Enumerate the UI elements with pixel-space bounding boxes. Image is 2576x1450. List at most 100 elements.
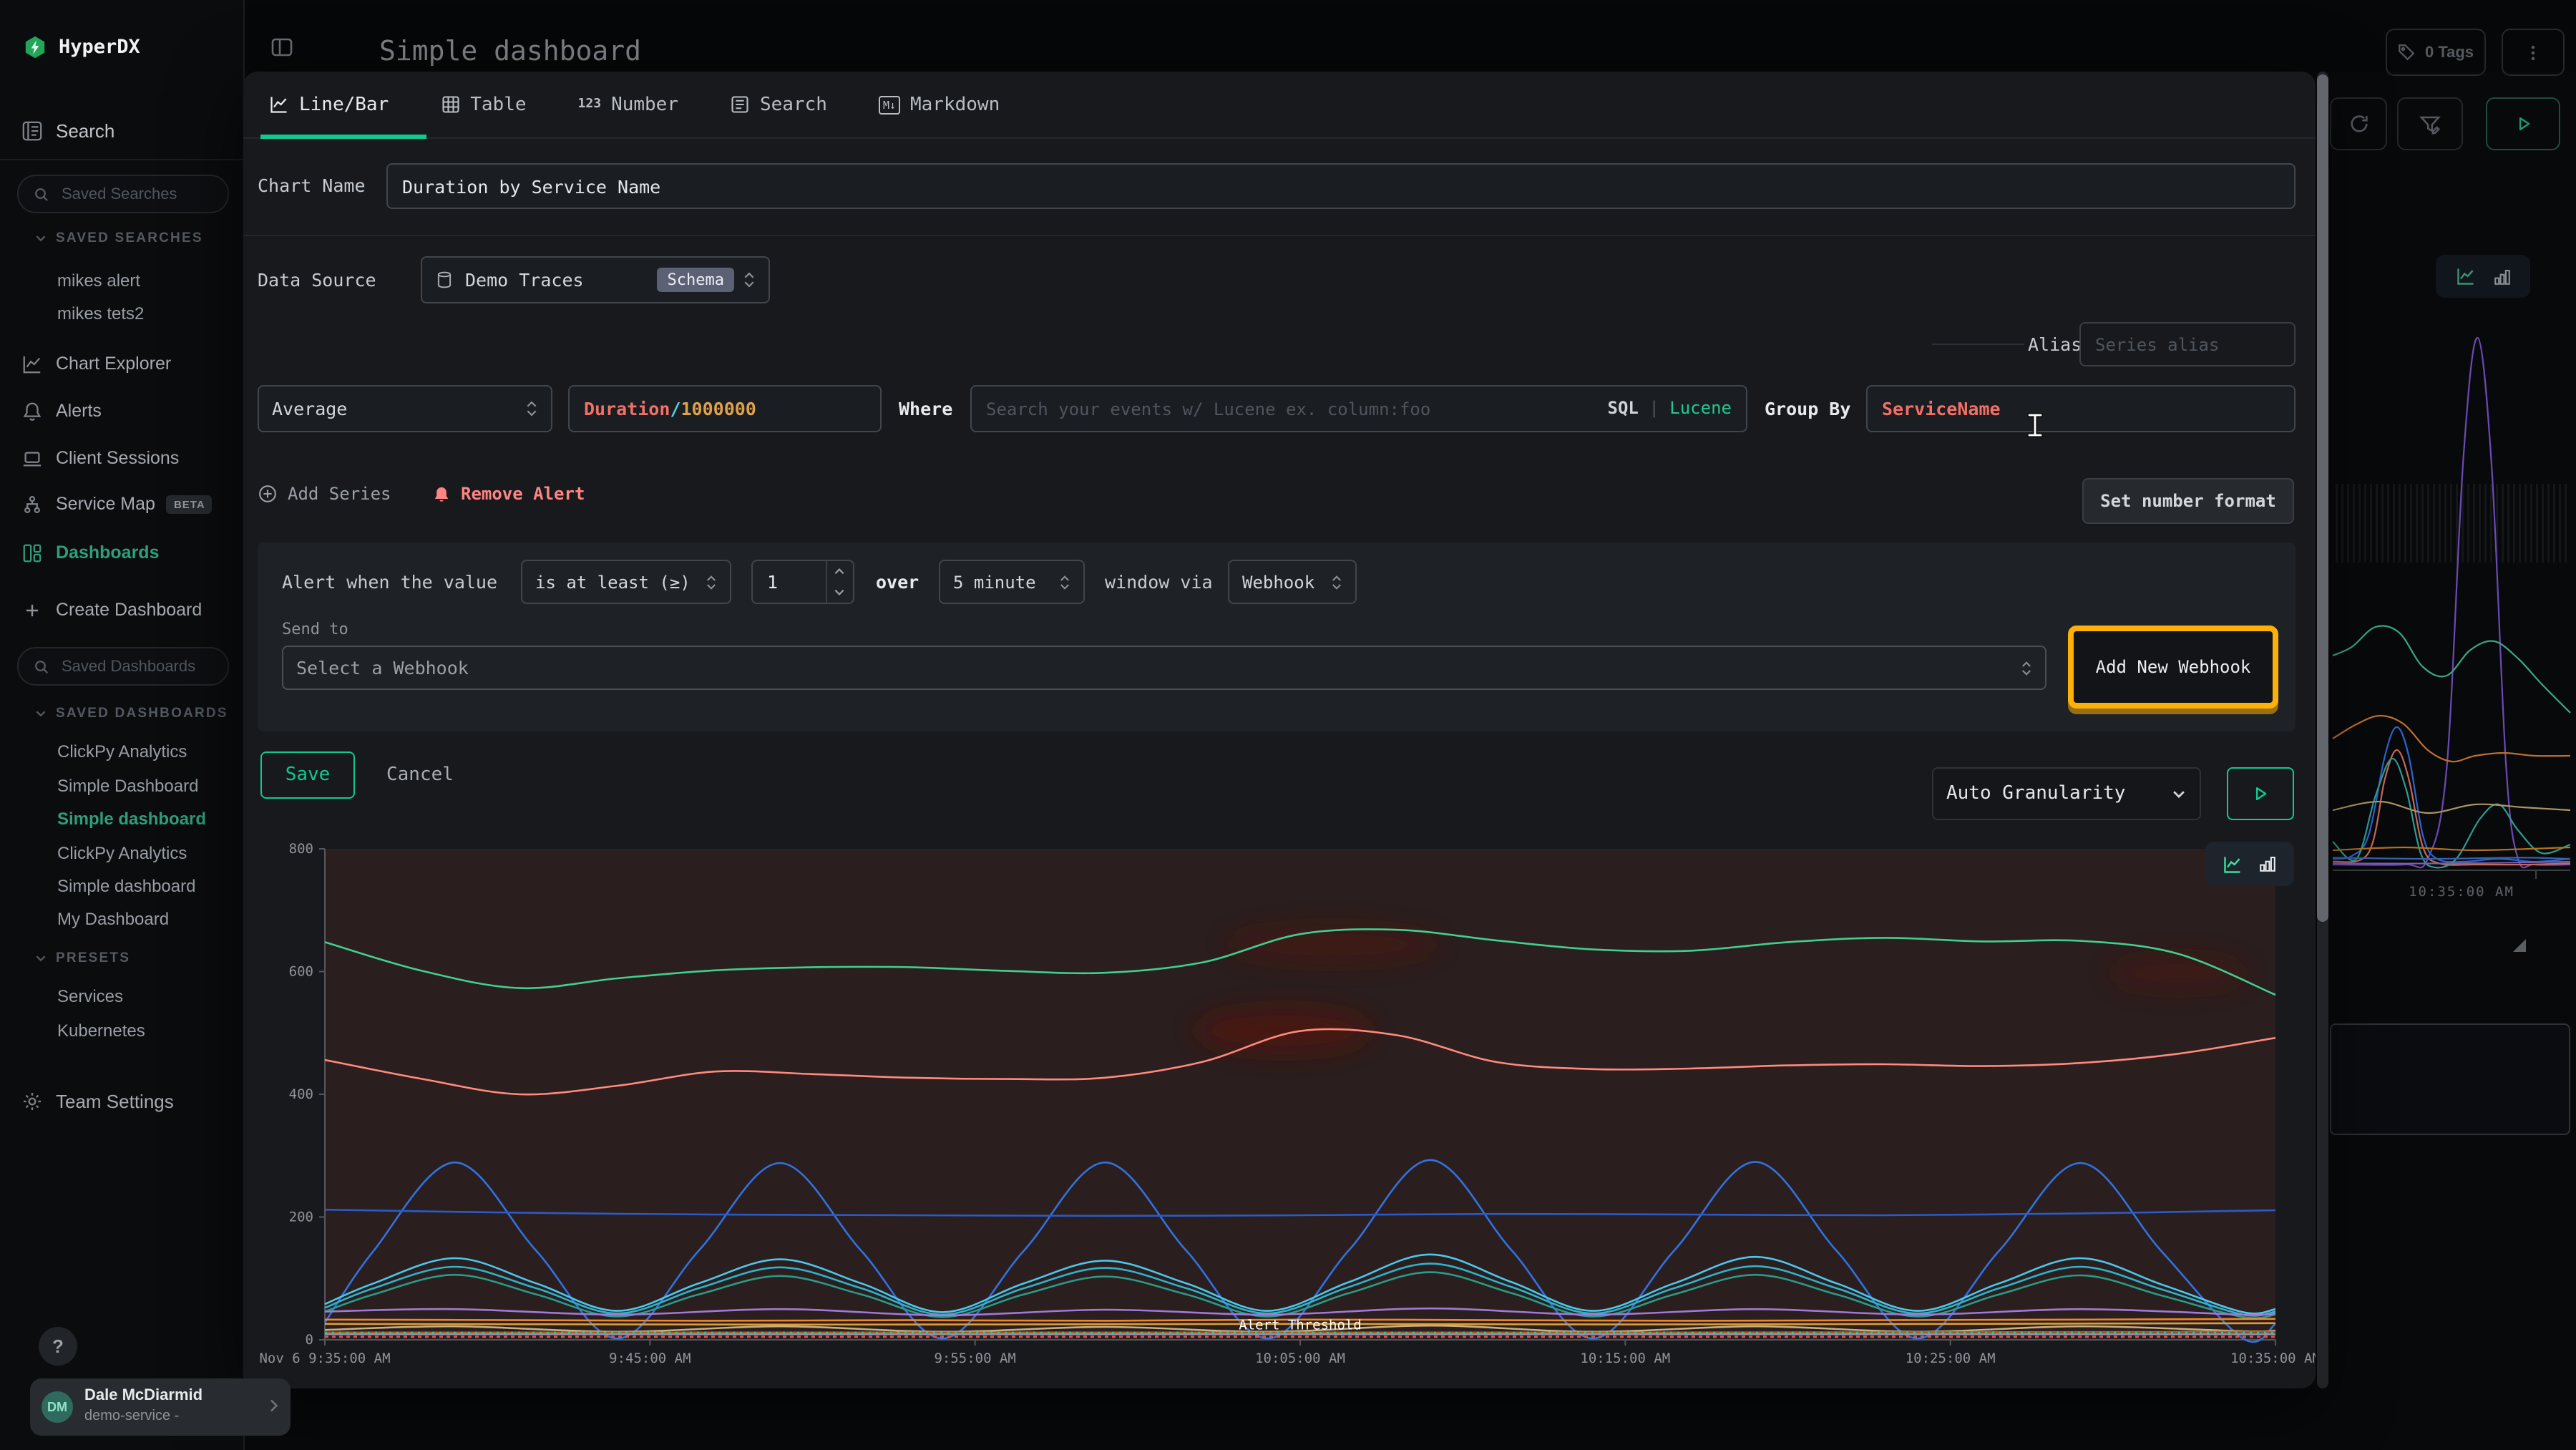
laptop-icon [20,447,43,469]
sidebar-item-chart-explorer[interactable]: Chart Explorer [0,348,243,379]
brand[interactable]: HyperDX [23,34,140,60]
alias-input[interactable] [2079,322,2296,366]
over-label: over [876,560,919,604]
where-label: Where [899,385,952,432]
user-subtitle: demo-service - [84,1408,179,1424]
modal-scrollbar-thumb[interactable] [2317,74,2328,922]
add-series-button[interactable]: Add Series [258,484,391,504]
play-icon [2514,115,2532,133]
lucene-toggle[interactable]: Lucene [1669,398,1732,418]
spinner-down-icon[interactable] [833,585,846,598]
bell-icon [20,399,43,422]
svg-text:10:35:00 AM: 10:35:00 AM [2230,1351,2316,1366]
svg-text:10:25:00 AM: 10:25:00 AM [1906,1351,1996,1366]
saved-dashboards-input[interactable] [59,656,208,676]
field-token: Duration [584,398,670,419]
webhook-select[interactable]: Select a Webhook [282,646,2046,690]
markdown-icon: M↓ [879,95,900,114]
add-new-webhook-highlight: Add New Webhook [2068,626,2278,709]
granularity-select[interactable]: Auto Granularity [1932,767,2201,820]
via-label: window via [1105,560,1213,604]
spinner-up-icon[interactable] [833,565,846,578]
alert-channel-select[interactable]: Webhook [1228,560,1357,604]
series-connector-line [1932,344,2024,345]
group-by-label: Group By [1765,385,1850,432]
line-chart-icon[interactable] [2455,266,2475,286]
chevron-down-icon [34,232,47,245]
sidebar-item-team-settings[interactable]: Team Settings [0,1085,243,1116]
tag-icon [2398,43,2416,62]
tab-line-bar[interactable]: Line/Bar [269,94,389,115]
tab-markdown[interactable]: M↓ Markdown [879,94,1000,115]
bar-chart-icon[interactable] [2492,267,2511,286]
sidebar-item-alerts[interactable]: Alerts [0,395,243,427]
set-number-format-button[interactable]: Set number format [2082,478,2294,524]
svg-text:800: 800 [289,841,313,857]
field-expression-input[interactable]: Duration/1000000 [568,385,882,432]
user-chip[interactable]: DM Dale McDiarmid demo-service - [30,1378,291,1436]
save-button[interactable]: Save [260,751,355,799]
sidebar-item-client-sessions[interactable]: Client Sessions [0,442,243,474]
gear-icon [20,1089,43,1112]
tab-table[interactable]: Table [440,94,526,115]
chart-type-toggle[interactable] [2205,842,2294,886]
run-chart-button[interactable] [2227,767,2294,820]
search-doc-icon [20,119,43,142]
tags-button[interactable]: 0 Tags [2386,29,2486,76]
alert-threshold-input[interactable] [753,561,844,603]
chart-name-input[interactable] [386,163,2296,209]
sql-toggle[interactable]: SQL [1608,398,1639,418]
kebab-menu-button[interactable] [2502,29,2565,76]
sidebar-item-dashboards[interactable]: Dashboards [0,537,243,568]
saved-searches-input[interactable] [59,184,208,204]
refresh-button[interactable] [2330,97,2387,150]
group-by-input[interactable]: ServiceName [1866,385,2296,432]
tab-number[interactable]: 123 Number [578,94,678,115]
background-chart-type-toggle[interactable] [2436,255,2530,298]
play-icon [2251,784,2270,803]
events-search-input[interactable] [972,386,1616,431]
svg-text:0: 0 [306,1332,313,1348]
data-source-select[interactable]: Demo Traces Schema [421,256,770,303]
help-button[interactable]: ? [39,1327,77,1366]
presets-header[interactable]: PRESETS [34,950,130,966]
bar-chart-icon[interactable] [2258,855,2277,873]
saved-searches-header[interactable]: SAVED SEARCHES [34,230,203,246]
data-source-label: Data Source [258,256,376,303]
alert-window-select[interactable]: 5 minute [939,560,1085,604]
add-new-webhook-button[interactable]: Add New Webhook [2096,657,2251,677]
chevron-down-icon [34,952,47,965]
toggle-divider: | [1649,398,1659,418]
dashboard-grid-icon [20,541,43,564]
run-query-button-background[interactable] [2486,97,2560,150]
saved-searches-search[interactable] [17,175,229,213]
alert-condition-select[interactable]: is at least (≥) [521,560,731,604]
sidebar-collapse-icon[interactable] [270,36,293,59]
sidebar-item-search[interactable]: Search [0,115,243,146]
refresh-icon [2348,113,2369,135]
preview-chart: 0200400600800Nov 6 9:35:00 AM9:45:00 AM9… [243,830,2316,1377]
alias-label: Alias [2028,322,2082,366]
page-title: Simple dashboard [379,36,641,67]
remove-alert-button[interactable]: Remove Alert [432,484,585,504]
hierarchy-icon [20,492,43,515]
divider [0,159,243,160]
chevron-updown-icon [1331,573,1342,590]
field-token: 1000000 [681,398,756,419]
create-dashboard-button[interactable]: Create Dashboard [0,594,243,626]
tab-search[interactable]: Search [730,94,827,115]
filter-edit-icon [2419,112,2441,135]
beta-badge: BETA [167,495,213,513]
sidebar-item-service-map[interactable]: Service Map BETA [0,488,243,520]
aggregation-select[interactable]: Average [258,385,552,432]
database-icon [435,271,454,289]
filter-button[interactable] [2397,97,2463,150]
cancel-button[interactable]: Cancel [386,751,454,799]
background-dashboard-chart: 10:35:00 AM [2330,240,2576,908]
saved-dashboards-header[interactable]: SAVED DASHBOARDS [34,706,228,721]
search-doc-icon [730,94,750,115]
tags-label: 0 Tags [2425,44,2474,61]
resize-corner-icon[interactable] [2513,939,2526,952]
saved-dashboards-search[interactable] [17,647,229,686]
line-chart-icon[interactable] [2223,854,2243,874]
